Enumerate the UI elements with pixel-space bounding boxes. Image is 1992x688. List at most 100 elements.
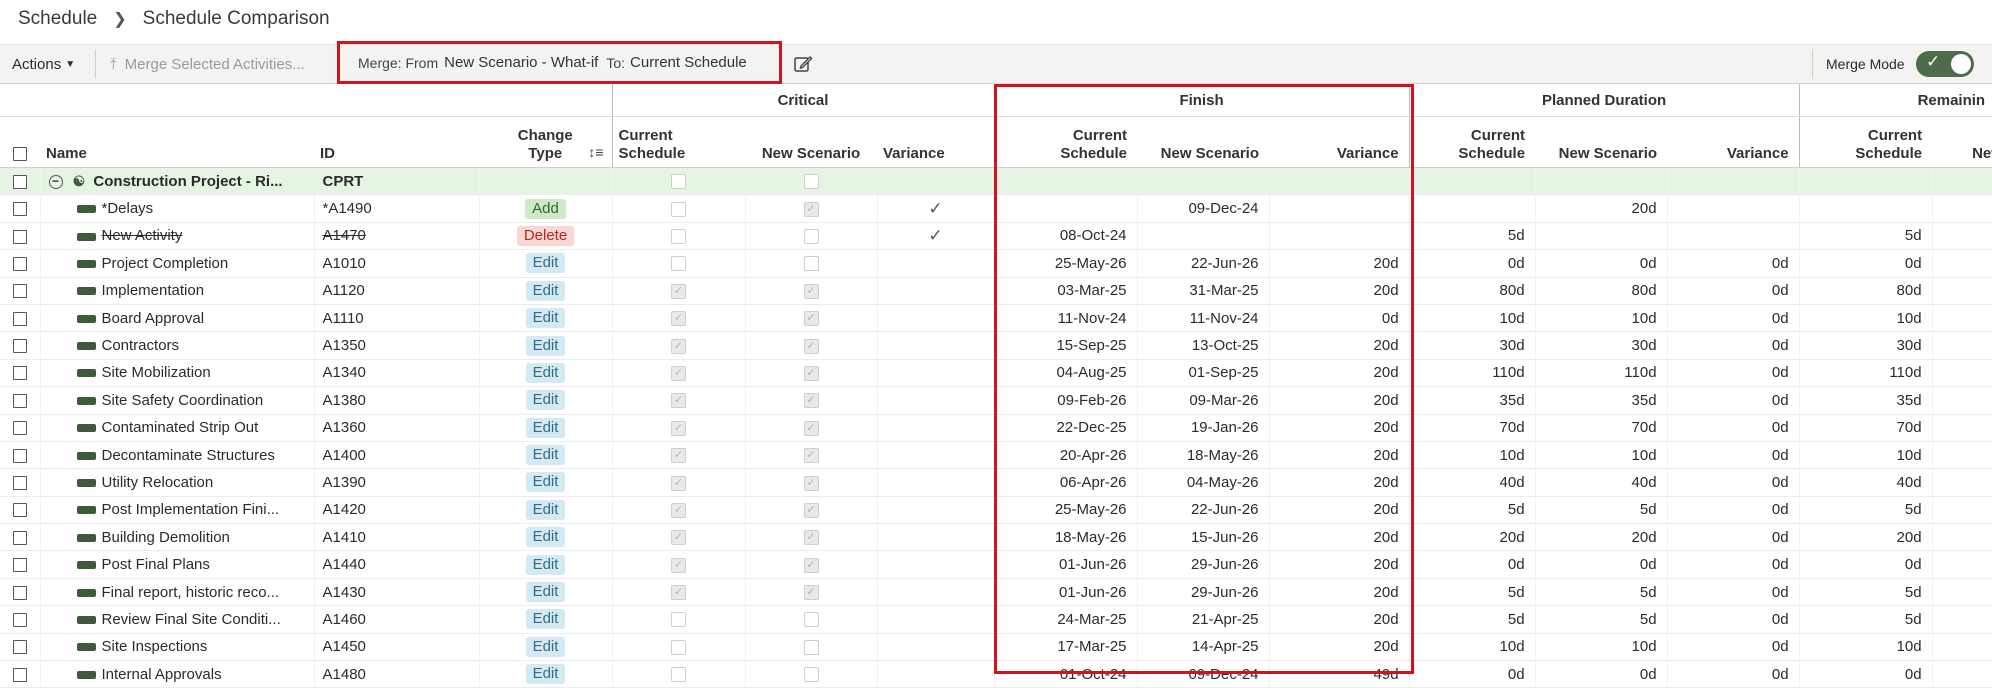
row-checkbox[interactable]: [12, 640, 27, 655]
critical-current-checkbox[interactable]: [671, 639, 686, 655]
table-row[interactable]: Internal Approvals A1480 Edit 01-Oct-24 09-D…: [0, 660, 1992, 688]
table-row[interactable]: Site Inspections A1450 Edit 17-Mar-25 14-Apr…: [0, 633, 1992, 662]
table-row[interactable]: Site Mobilization A1340 Edit ✓ ✓ 04-Aug-25 01-…: [0, 359, 1992, 388]
critical-current-checkbox[interactable]: ✓: [671, 557, 686, 573]
critical-new-checkbox[interactable]: ✓: [803, 585, 819, 601]
critical-new-checkbox[interactable]: ✓: [803, 475, 819, 491]
column-header-planned-new[interactable]: New Scenario: [1535, 116, 1668, 168]
row-checkbox[interactable]: [12, 229, 27, 244]
column-header-remaining-new[interactable]: New: [1932, 116, 1992, 168]
row-checkbox[interactable]: [12, 448, 27, 463]
table-row[interactable]: Contaminated Strip Out A1360 Edit ✓ ✓ 22-Dec-…: [0, 414, 1992, 442]
critical-current-checkbox[interactable]: ✓: [671, 448, 686, 464]
table-row[interactable]: Review Final Site Conditi... A1460 Edit 24-…: [0, 605, 1992, 634]
row-checkbox[interactable]: [12, 421, 27, 436]
table-row[interactable]: Implementation A1120 Edit ✓ ✓ 03-Mar-25 31-Mar…: [0, 277, 1992, 305]
critical-new-checkbox[interactable]: ✓: [803, 502, 819, 518]
table-row[interactable]: New Activity A1470 Delete ✓ 08-Oct-24 5d 5d: [0, 222, 1992, 251]
edit-merge-button[interactable]: [793, 45, 813, 83]
row-checkbox[interactable]: [12, 311, 27, 326]
column-header-finish-current[interactable]: Current Schedule: [993, 116, 1138, 168]
project-row[interactable]: − ☯ Construction Project - Ri... CPRT: [0, 167, 1992, 196]
column-header-critical-new[interactable]: New Scenario: [745, 116, 877, 168]
row-checkbox[interactable]: [12, 174, 27, 189]
table-row[interactable]: Board Approval A1110 Edit ✓ ✓ 11-Nov-24 11-Nov…: [0, 304, 1992, 333]
sort-icon[interactable]: ↕≡: [588, 143, 603, 161]
column-header-planned-current[interactable]: Current Schedule: [1408, 116, 1536, 168]
table-row[interactable]: Decontaminate Structures A1400 Edit ✓ ✓ 20-Ap…: [0, 441, 1992, 470]
column-header-finish-variance[interactable]: Variance: [1269, 116, 1410, 168]
merge-from-to-selector[interactable]: Merge: From New Scenario - What-if To: C…: [337, 41, 782, 84]
critical-new-checkbox[interactable]: [803, 667, 819, 683]
column-header-critical-variance[interactable]: Variance: [877, 116, 995, 168]
critical-current-checkbox[interactable]: [671, 612, 686, 628]
critical-current-checkbox[interactable]: ✓: [671, 420, 686, 436]
critical-new-checkbox[interactable]: [803, 612, 819, 628]
critical-new-checkbox[interactable]: ✓: [803, 201, 819, 217]
row-checkbox[interactable]: [12, 530, 27, 545]
critical-current-checkbox[interactable]: ✓: [671, 530, 686, 546]
critical-new-checkbox[interactable]: [803, 174, 819, 190]
critical-current-checkbox[interactable]: ✓: [671, 502, 686, 518]
breadcrumb-schedule-link[interactable]: Schedule: [18, 8, 97, 30]
critical-new-checkbox[interactable]: ✓: [803, 365, 819, 381]
row-checkbox[interactable]: [12, 366, 27, 381]
critical-new-checkbox[interactable]: ✓: [803, 420, 819, 436]
activity-bar-icon: [76, 287, 96, 296]
row-checkbox[interactable]: [12, 284, 27, 299]
row-checkbox[interactable]: [12, 256, 27, 271]
critical-new-checkbox[interactable]: ✓: [803, 448, 819, 464]
row-checkbox[interactable]: [12, 339, 27, 354]
actions-menu-button[interactable]: Actions ▼: [12, 45, 75, 83]
table-row[interactable]: Building Demolition A1410 Edit ✓ ✓ 18-May-26 1…: [0, 523, 1992, 552]
column-header-critical-current[interactable]: Current Schedule: [611, 116, 745, 168]
table-row[interactable]: Contractors A1350 Edit ✓ ✓ 15-Sep-25 13-Oct-25…: [0, 331, 1992, 360]
column-header-planned-variance[interactable]: Variance: [1667, 116, 1800, 168]
column-header-change-type[interactable]: Change Type ↕≡: [479, 116, 612, 168]
column-header-remaining-current[interactable]: Current Schedule: [1798, 116, 1933, 168]
table-row[interactable]: Utility Relocation A1390 Edit ✓ ✓ 06-Apr-26 04…: [0, 468, 1992, 497]
critical-current-checkbox[interactable]: ✓: [671, 365, 686, 381]
critical-current-checkbox[interactable]: [671, 667, 686, 683]
column-header-id[interactable]: ID: [314, 116, 479, 168]
table-row[interactable]: Site Safety Coordination A1380 Edit ✓ ✓ 09-Fe…: [0, 386, 1992, 415]
critical-new-checkbox[interactable]: ✓: [803, 338, 819, 354]
critical-current-checkbox[interactable]: ✓: [671, 338, 686, 354]
critical-new-checkbox[interactable]: ✓: [803, 530, 819, 546]
row-checkbox[interactable]: [12, 202, 27, 217]
select-all-checkbox[interactable]: [13, 147, 27, 162]
row-checkbox[interactable]: [12, 503, 27, 518]
row-checkbox[interactable]: [12, 667, 27, 682]
merge-mode-toggle[interactable]: ✓: [1916, 51, 1974, 77]
column-header-finish-new[interactable]: New Scenario: [1137, 116, 1270, 168]
merge-selected-activities-button[interactable]: ⤒ Merge Selected Activities...: [110, 45, 305, 83]
critical-current-checkbox[interactable]: ✓: [671, 283, 686, 299]
critical-current-checkbox[interactable]: [671, 201, 686, 217]
column-header-name[interactable]: Name: [40, 116, 314, 168]
table-row[interactable]: *Delays *A1490 Add ✓ ✓ 09-Dec-24 20d: [0, 194, 1992, 223]
critical-new-checkbox[interactable]: [803, 256, 819, 272]
collapse-icon[interactable]: −: [48, 174, 63, 189]
row-checkbox[interactable]: [12, 476, 27, 491]
critical-new-checkbox[interactable]: ✓: [803, 311, 819, 327]
table-row[interactable]: Post Implementation Fini... A1420 Edit ✓ ✓ 25…: [0, 496, 1992, 525]
critical-current-checkbox[interactable]: ✓: [671, 475, 686, 491]
row-checkbox[interactable]: [12, 585, 27, 600]
critical-new-checkbox[interactable]: ✓: [803, 283, 819, 299]
critical-new-checkbox[interactable]: ✓: [803, 393, 819, 409]
critical-current-checkbox[interactable]: [671, 256, 686, 272]
table-row[interactable]: Project Completion A1010 Edit 25-May-26 22-J…: [0, 249, 1992, 278]
critical-current-checkbox[interactable]: [671, 229, 686, 244]
critical-current-checkbox[interactable]: ✓: [671, 585, 686, 601]
critical-new-checkbox[interactable]: ✓: [803, 557, 819, 573]
critical-new-checkbox[interactable]: [803, 639, 819, 655]
row-checkbox[interactable]: [12, 393, 27, 408]
critical-current-checkbox[interactable]: [671, 174, 686, 190]
row-checkbox[interactable]: [12, 612, 27, 627]
critical-current-checkbox[interactable]: ✓: [671, 311, 686, 327]
table-row[interactable]: Final report, historic reco... A1430 Edit ✓…: [0, 578, 1992, 607]
table-row[interactable]: Post Final Plans A1440 Edit ✓ ✓ 01-Jun-26 29-J…: [0, 550, 1992, 579]
critical-current-checkbox[interactable]: ✓: [671, 393, 686, 409]
critical-new-checkbox[interactable]: [803, 229, 819, 244]
row-checkbox[interactable]: [12, 558, 27, 573]
